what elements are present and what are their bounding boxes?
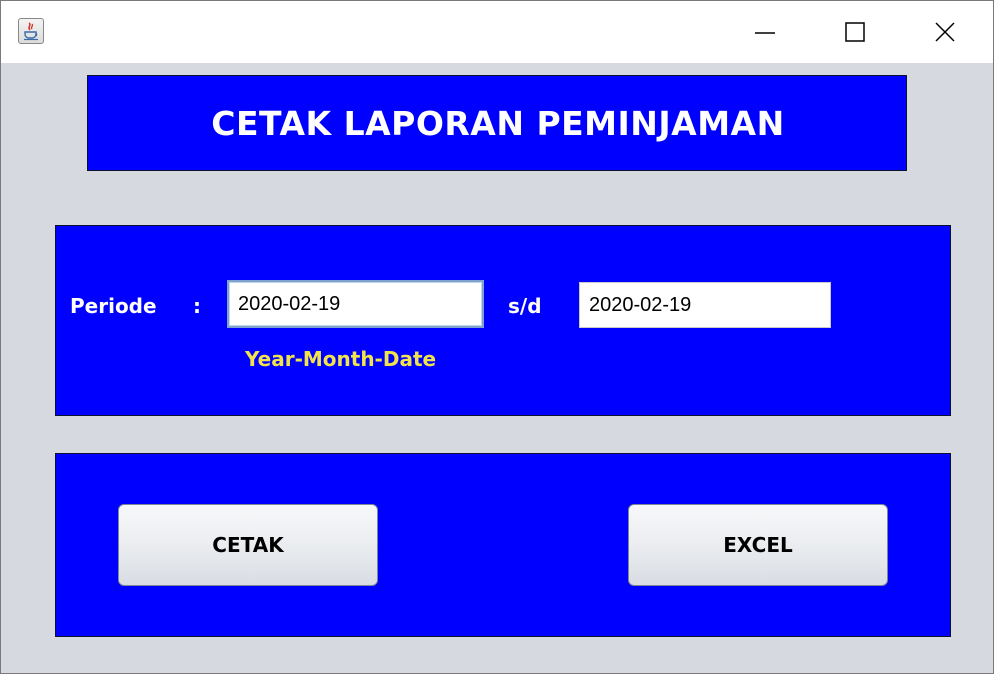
date-separator-label: s/d	[508, 294, 542, 318]
maximize-button[interactable]	[809, 1, 901, 63]
periode-colon: :	[193, 294, 201, 318]
periode-label: Periode	[70, 294, 157, 318]
page-title: CETAK LAPORAN PEMINJAMAN	[211, 103, 785, 143]
action-panel: CETAK EXCEL	[55, 453, 951, 637]
title-bar	[1, 1, 993, 63]
maximize-icon	[845, 22, 865, 42]
date-from-field[interactable]: 2020-02-19	[227, 280, 484, 328]
close-button[interactable]	[899, 1, 991, 63]
app-window: CETAK LAPORAN PEMINJAMAN Periode : 2020-…	[0, 0, 994, 674]
period-panel: Periode : 2020-02-19 s/d 2020-02-19 Year…	[55, 225, 951, 416]
close-icon	[935, 22, 955, 42]
report-title-panel: CETAK LAPORAN PEMINJAMAN	[87, 75, 907, 171]
minimize-icon	[755, 32, 775, 34]
minimize-button[interactable]	[719, 1, 811, 63]
date-to-field[interactable]: 2020-02-19	[579, 282, 831, 328]
excel-export-button[interactable]: EXCEL	[628, 504, 888, 586]
print-button[interactable]: CETAK	[118, 504, 378, 586]
java-app-icon[interactable]	[18, 18, 44, 44]
date-format-hint: Year-Month-Date	[245, 347, 437, 371]
